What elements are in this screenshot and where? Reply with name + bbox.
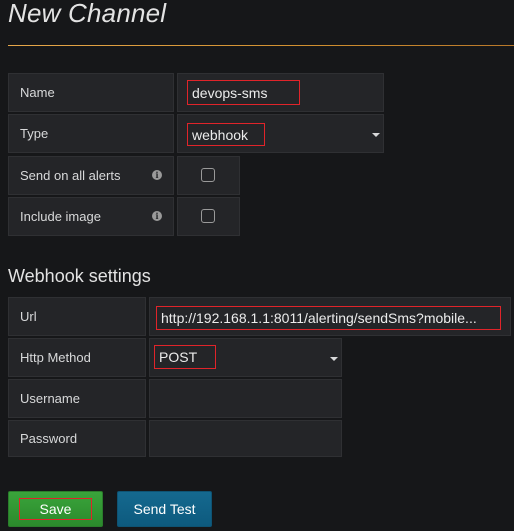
include-image-checkbox[interactable] (201, 209, 215, 223)
url-field[interactable]: http://192.168.1.1:8011/alerting/sendSms… (149, 297, 511, 336)
username-input[interactable] (149, 379, 342, 418)
type-label: Type (8, 114, 174, 153)
title-divider (8, 45, 514, 46)
type-select[interactable]: webhook (177, 114, 384, 153)
include-image-text: Include image (20, 209, 101, 224)
http-method-value: POST (154, 345, 216, 369)
send-on-all-alerts-text: Send on all alerts (20, 168, 121, 183)
include-image-label: Include image i (8, 197, 174, 236)
name-value: devops-sms (187, 80, 300, 105)
send-on-all-alerts-checkbox[interactable] (201, 168, 215, 182)
send-test-button[interactable]: Send Test (117, 491, 212, 527)
type-value: webhook (187, 123, 265, 146)
chevron-down-icon (372, 133, 380, 137)
username-label: Username (8, 379, 146, 418)
http-method-select[interactable]: POST (149, 338, 342, 377)
new-channel-page: New Channel Name devops-sms Type webhook… (0, 0, 514, 531)
send-on-all-alerts-cell (177, 156, 240, 195)
info-icon[interactable]: i (152, 211, 162, 221)
chevron-down-icon (330, 357, 338, 361)
send-on-all-alerts-label: Send on all alerts i (8, 156, 174, 195)
page-title: New Channel (8, 0, 167, 28)
name-field[interactable]: devops-sms (177, 73, 384, 112)
info-icon[interactable]: i (152, 170, 162, 180)
url-label: Url (8, 297, 146, 336)
save-button[interactable]: Save (8, 491, 103, 527)
name-label: Name (8, 73, 174, 112)
http-method-label: Http Method (8, 338, 146, 377)
password-label: Password (8, 420, 146, 457)
include-image-cell (177, 197, 240, 236)
url-value: http://192.168.1.1:8011/alerting/sendSms… (156, 306, 501, 330)
password-input[interactable] (149, 420, 342, 457)
webhook-settings-heading: Webhook settings (8, 266, 151, 286)
save-button-label: Save (19, 498, 92, 520)
